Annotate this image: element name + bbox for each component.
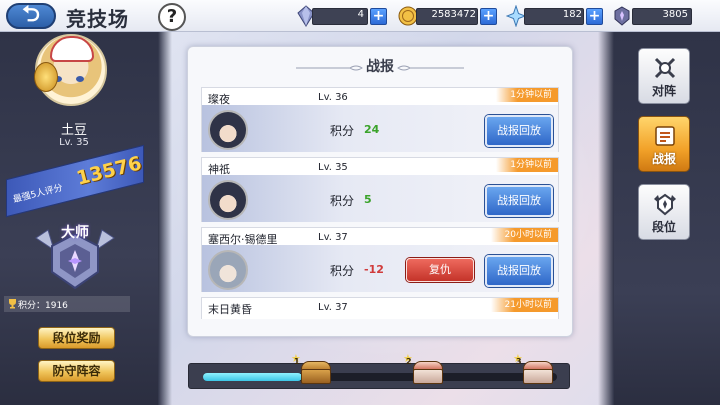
score-label: 积分 — [330, 194, 355, 208]
chest-star-count: 1 — [294, 357, 300, 366]
rank-title: 大师 — [61, 225, 89, 241]
report-time: 20小时以前 — [490, 228, 558, 242]
reward-chest-1[interactable] — [301, 360, 331, 384]
crystal-count: 4 — [357, 9, 364, 20]
opponent-portrait[interactable] — [208, 250, 248, 290]
opponent-name: 璨夜 — [208, 93, 230, 106]
opponent-level: Lv. 35 — [318, 162, 348, 173]
defense-lineup-button[interactable]: 防守阵容 — [38, 360, 115, 382]
score-change: 5 — [364, 193, 372, 206]
page-title: 竞技场 — [66, 7, 129, 31]
tab-matchup[interactable]: 对阵 — [638, 48, 690, 104]
rank-reward-button[interactable]: 段位奖励 — [38, 327, 115, 349]
score-change: 24 — [364, 123, 380, 136]
add-crystal-button[interactable]: + — [370, 8, 387, 25]
star-shard-icon — [506, 5, 526, 27]
chest-star-count: 2 — [406, 357, 412, 366]
replay-button[interactable]: 战报回放 — [485, 185, 553, 217]
revenge-button[interactable]: 复仇 — [406, 258, 474, 282]
gold-coin-icon — [398, 6, 418, 26]
score-change: -12 — [364, 263, 384, 276]
tab-battle-report[interactable]: 战报 — [638, 116, 690, 172]
tab-rank[interactable]: 段位 — [638, 184, 690, 240]
avatar-eyes — [54, 76, 84, 82]
opponent-portrait[interactable] — [208, 110, 248, 150]
score-label: 积分 — [330, 124, 355, 138]
rank-crest-icon — [654, 193, 676, 216]
opponent-name: 末日黄昏 — [208, 303, 252, 316]
player-level: Lv. 35 — [59, 137, 89, 148]
add-star-shard-button[interactable]: + — [586, 8, 603, 25]
report-time: 1分钟以前 — [496, 88, 558, 102]
reward-chest-3[interactable] — [523, 360, 553, 384]
chest-star-count: 3 — [516, 357, 522, 366]
star-shard-count: 182 — [562, 9, 582, 20]
score-label: 积分 — [330, 264, 355, 278]
replay-button[interactable]: 战报回放 — [485, 255, 553, 287]
scroll-icon — [655, 126, 675, 146]
gold-count: 2583472 — [431, 9, 476, 20]
medal-icon — [614, 6, 630, 26]
add-gold-button[interactable]: + — [480, 8, 497, 25]
reward-progress-fill — [203, 373, 303, 381]
opponent-portrait[interactable] — [208, 180, 248, 220]
trophy-icon — [9, 299, 16, 309]
crossed-swords-icon — [654, 57, 676, 79]
report-entry: 璨夜 Lv. 36 1分钟以前 积分 24 战报回放 — [201, 87, 559, 152]
help-button[interactable]: ? — [158, 3, 186, 31]
opponent-name: 塞西尔·锡德里 — [208, 233, 278, 246]
top-bar: ⮌ 竞技场 ? 4 + 2583472 + 182 + 3805 — [0, 0, 720, 32]
opponent-level: Lv. 37 — [318, 302, 348, 313]
replay-button[interactable]: 战报回放 — [485, 115, 553, 147]
medal-count: 3805 — [662, 9, 688, 20]
opponent-name: 神祇 — [208, 163, 230, 176]
title-ornament-right — [397, 65, 464, 71]
tab-label: 段位 — [651, 220, 676, 234]
report-entry: 末日黄昏 Lv. 37 21小时以前 — [201, 297, 559, 319]
battle-report-list[interactable]: 璨夜 Lv. 36 1分钟以前 积分 24 战报回放 神祇 Lv. 35 1分钟… — [201, 87, 559, 319]
tab-label: 对阵 — [651, 84, 676, 98]
report-entry: 塞西尔·锡德里 Lv. 37 20小时以前 积分 -12 复仇 战报回放 — [201, 227, 559, 292]
rank-points: 积分：1916 — [18, 301, 68, 311]
opponent-level: Lv. 37 — [318, 232, 348, 243]
player-name: 土豆 — [60, 123, 87, 138]
lucky-coin-icon — [34, 62, 58, 92]
battle-report-title: 战报 — [366, 59, 394, 75]
back-button[interactable]: ⮌ — [6, 3, 56, 29]
report-time: 21小时以前 — [490, 298, 558, 312]
reward-chest-2[interactable] — [413, 360, 443, 384]
report-time: 1分钟以前 — [496, 158, 558, 172]
report-entry: 神祇 Lv. 35 1分钟以前 积分 5 战报回放 — [201, 157, 559, 222]
tab-label: 战报 — [651, 152, 676, 166]
opponent-level: Lv. 36 — [318, 92, 348, 103]
